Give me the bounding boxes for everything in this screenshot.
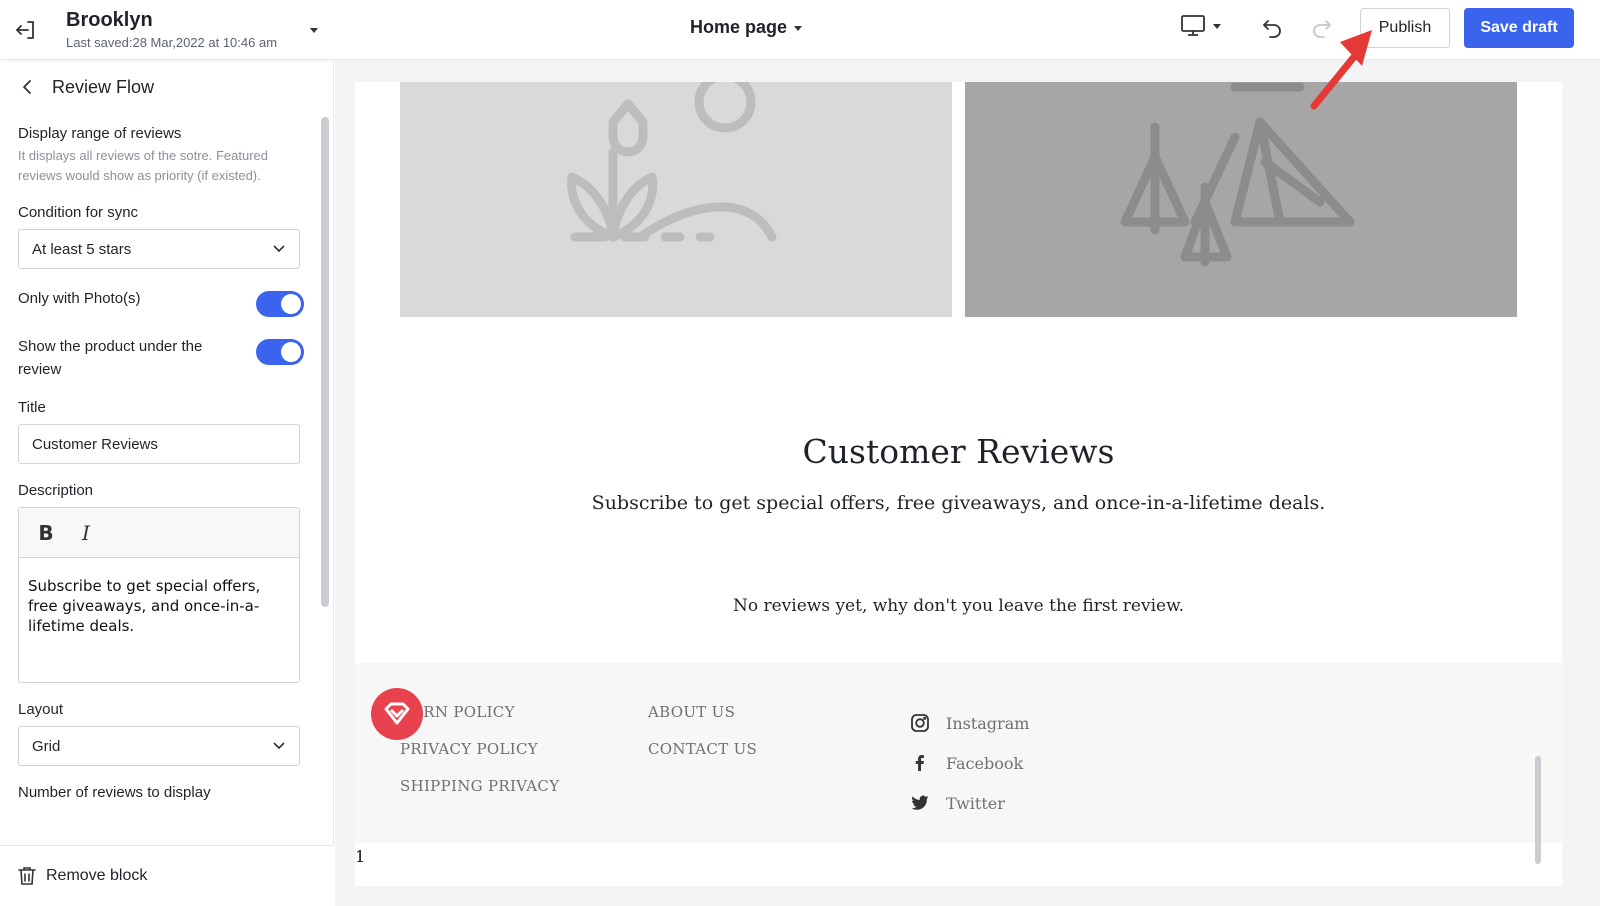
title-label: Title (18, 399, 46, 416)
social-twitter[interactable]: Twitter (910, 783, 1029, 823)
layout-select[interactable]: Grid (18, 726, 300, 766)
editor-toolbar: B I (19, 508, 299, 558)
show-product-label: Show the product under the review (18, 338, 203, 378)
store-info: Brooklyn Last saved:28 Mar,2022 at 10:46… (66, 8, 277, 50)
sidebar-title: Review Flow (52, 76, 155, 97)
layout-field: Layout Grid (18, 701, 304, 766)
caret-down-icon (794, 25, 803, 31)
footer-link[interactable]: ABOUT US (648, 703, 757, 740)
only-photos-toggle[interactable] (256, 291, 304, 317)
desktop-icon (1181, 15, 1205, 36)
layout-value: Grid (32, 737, 61, 755)
display-range-hint: It displays all reviews of the sotre. Fe… (18, 148, 269, 183)
condition-label: Condition for sync (18, 204, 139, 221)
app-badge-icon[interactable] (371, 688, 423, 740)
title-field: Title Customer Reviews (18, 399, 304, 464)
settings-sidebar: Review Flow Display range of reviews It … (0, 61, 334, 906)
footer-link[interactable]: PRIVACY POLICY (400, 740, 559, 777)
no-reviews-text: No reviews yet, why don't you leave the … (732, 596, 1185, 616)
image-placeholder-camp[interactable] (965, 82, 1517, 317)
footer-policies: TURN POLICY PRIVACY POLICY SHIPPING PRIV… (400, 703, 559, 814)
description-label: Description (18, 482, 94, 499)
save-draft-button[interactable]: Save draft (1464, 8, 1574, 48)
caret-down-icon (1213, 24, 1221, 29)
image-placeholder-flower[interactable] (400, 82, 952, 317)
page-select-label: Home page (690, 17, 788, 37)
layout-label: Layout (18, 701, 64, 718)
title-input[interactable]: Customer Reviews (18, 424, 300, 464)
sidebar-settings-list[interactable]: Display range of reviews It displays all… (0, 113, 320, 845)
condition-select[interactable]: At least 5 stars (18, 229, 300, 269)
footer-link[interactable]: CONTACT US (648, 740, 757, 777)
only-photos-row: Only with Photo(s) (18, 287, 304, 317)
camp-placeholder-icon (1120, 82, 1355, 267)
last-saved-text: Last saved:28 Mar,2022 at 10:46 am (66, 35, 278, 50)
store-name: Brooklyn (66, 9, 153, 31)
facebook-icon (915, 755, 924, 771)
number-label: Number of reviews to display (18, 784, 211, 801)
page-preview[interactable]: Customer Reviews Subscribe to get specia… (355, 82, 1562, 886)
undo-icon (1263, 20, 1281, 38)
trash-icon (18, 867, 36, 885)
preview-canvas: Customer Reviews Subscribe to get specia… (335, 61, 1600, 906)
annotation-arrow-icon (1310, 30, 1372, 110)
bold-button[interactable]: B (37, 521, 55, 545)
footer-link[interactable]: TURN POLICY (400, 703, 559, 740)
back-chevron-icon[interactable] (20, 79, 34, 95)
footer-about: ABOUT US CONTACT US (648, 703, 757, 777)
remove-block-button[interactable]: Remove block (0, 845, 334, 906)
social-facebook[interactable]: Facebook (910, 743, 1029, 783)
description-textarea[interactable]: Subscribe to get special offers, free gi… (19, 558, 299, 654)
store-footer: TURN POLICY PRIVACY POLICY SHIPPING PRIV… (355, 663, 1562, 843)
number-field: Number of reviews to display (18, 784, 304, 801)
only-photos-label: Only with Photo(s) (18, 290, 141, 307)
page-number: 1 (355, 847, 366, 866)
twitter-icon (911, 795, 929, 810)
page-select[interactable]: Home page (690, 17, 803, 38)
social-label: Facebook (946, 753, 1024, 773)
reviews-description: Subscribe to get special offers, free gi… (591, 492, 1326, 514)
social-label: Instagram (946, 713, 1030, 733)
condition-field: Condition for sync At least 5 stars (18, 204, 304, 269)
footer-link[interactable]: SHIPPING PRIVACY (400, 777, 559, 814)
footer-social: Instagram Facebook Twitter (910, 703, 1029, 823)
condition-value: At least 5 stars (32, 240, 132, 258)
store-caret-icon[interactable] (308, 24, 320, 36)
social-label: Twitter (946, 793, 1005, 813)
device-preview-button[interactable] (1180, 14, 1222, 38)
show-product-toggle[interactable] (256, 339, 304, 365)
chevron-down-icon (273, 742, 285, 750)
show-product-row: Show the product under the review (18, 335, 304, 381)
italic-button[interactable]: I (77, 521, 95, 545)
flower-placeholder-icon (567, 82, 777, 242)
undo-button[interactable] (1260, 16, 1284, 45)
preview-scrollbar[interactable] (1535, 756, 1541, 864)
sidebar-scrollbar[interactable] (321, 117, 329, 607)
display-range-label: Display range of reviews (18, 125, 182, 142)
reviews-title: Customer Reviews (802, 432, 1115, 471)
social-instagram[interactable]: Instagram (910, 703, 1029, 743)
chevron-down-icon (273, 245, 285, 253)
description-field: Description B I Subscribe to get special… (18, 482, 304, 683)
description-editor: B I Subscribe to get special offers, fre… (18, 507, 300, 683)
instagram-icon (911, 714, 929, 732)
sidebar-header: Review Flow (0, 61, 334, 113)
remove-block-label: Remove block (46, 867, 148, 884)
exit-editor-icon[interactable] (12, 16, 40, 44)
